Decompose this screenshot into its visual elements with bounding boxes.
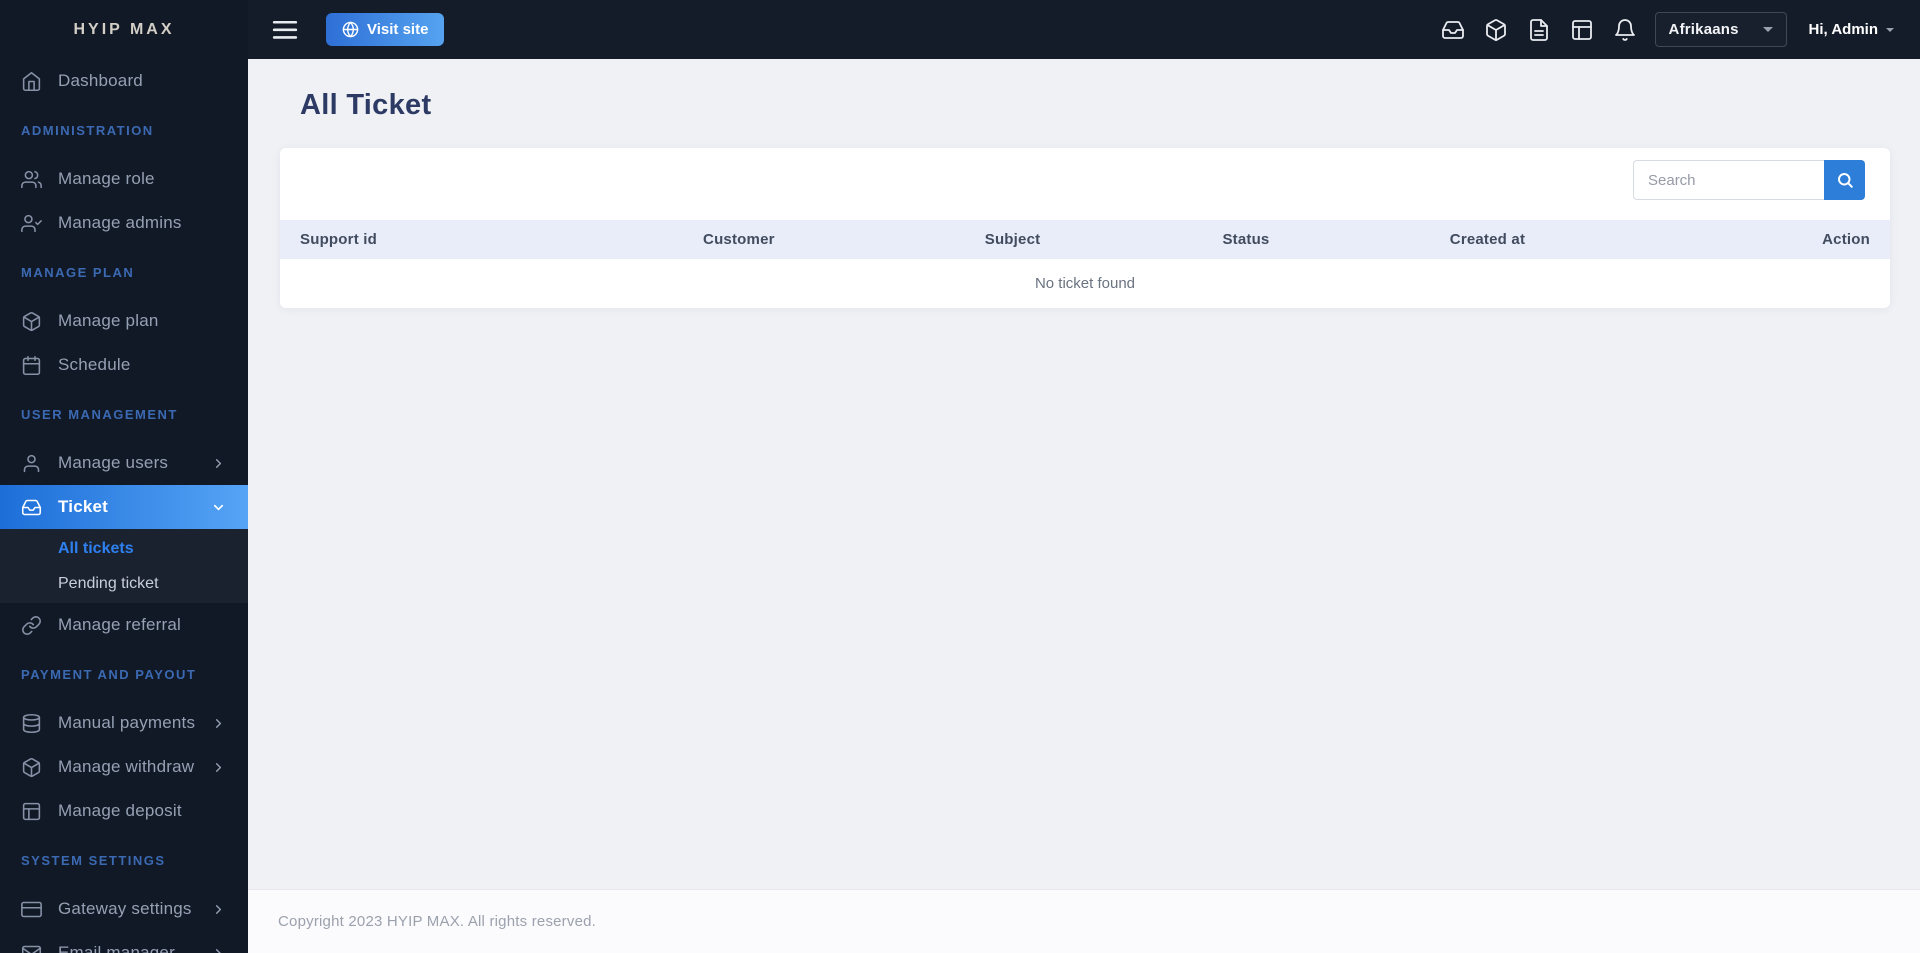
plans-shortcut-button[interactable]	[1484, 18, 1508, 42]
tickets-table: Support id Customer Subject Status Creat…	[280, 220, 1890, 308]
language-select[interactable]: Afrikaans	[1654, 12, 1787, 47]
th-subject: Subject	[875, 220, 1150, 259]
section-administration: ADMINISTRATION	[21, 122, 154, 138]
sidebar-item-email-manager[interactable]: Email manager	[0, 931, 248, 953]
mail-icon	[21, 943, 42, 953]
sidebar-item-ticket[interactable]: Ticket	[0, 485, 248, 529]
tickets-inbox-button[interactable]	[1441, 18, 1465, 42]
section-system-settings: SYSTEM SETTINGS	[21, 852, 166, 868]
credit-card-icon	[21, 899, 42, 920]
search-input[interactable]	[1633, 160, 1824, 200]
calendar-icon	[21, 355, 42, 376]
chevron-right-icon	[211, 760, 226, 775]
topbar: Visit site Afrikaans Hi, Admin	[248, 0, 1920, 59]
inbox-icon	[1441, 18, 1465, 42]
language-selected-value: Afrikaans	[1668, 21, 1739, 38]
th-action: Action	[1632, 220, 1890, 259]
home-icon	[21, 71, 42, 92]
card-toolbar	[280, 148, 1890, 220]
notifications-button[interactable]	[1613, 18, 1637, 42]
hamburger-icon	[272, 19, 298, 41]
inbox-icon	[21, 497, 42, 518]
page-title: All Ticket	[300, 89, 432, 121]
chevron-right-icon	[211, 716, 226, 731]
page-content: All Ticket Search Support id Customer Su…	[248, 59, 1920, 889]
package-icon	[1484, 18, 1508, 42]
file-text-icon	[1527, 18, 1551, 42]
tickets-card: Support id Customer Subject Status Creat…	[280, 148, 1890, 308]
globe-icon	[342, 21, 359, 38]
sidebar-subitem-all-tickets[interactable]: All tickets	[0, 531, 248, 566]
sidebar-item-manage-plan[interactable]: Manage plan	[0, 299, 248, 343]
box-icon	[21, 311, 42, 332]
topbar-right: Afrikaans Hi, Admin	[1422, 12, 1894, 47]
deposits-shortcut-button[interactable]	[1570, 18, 1594, 42]
ticket-submenu: All tickets Pending ticket	[0, 529, 248, 603]
search-button[interactable]	[1824, 160, 1865, 200]
bell-icon	[1613, 18, 1637, 42]
th-created-at: Created at	[1342, 220, 1633, 259]
package-icon	[21, 757, 42, 778]
sidebar-item-manage-withdraw[interactable]: Manage withdraw	[0, 745, 248, 789]
sidebar-nav: Dashboard ADMINISTRATION Manage role Man…	[0, 59, 248, 953]
brand-logo: HYIP MAX	[73, 20, 175, 38]
th-support-id: Support id	[280, 220, 602, 259]
sidebar-item-manage-deposit[interactable]: Manage deposit	[0, 789, 248, 833]
menu-toggle-button[interactable]	[272, 19, 298, 41]
sidebar-item-manage-role[interactable]: Manage role	[0, 157, 248, 201]
visit-site-label: Visit site	[367, 21, 429, 38]
sidebar-item-dashboard[interactable]: Dashboard	[0, 59, 248, 103]
user-check-icon	[21, 213, 42, 234]
search-icon	[1836, 171, 1854, 189]
link-icon	[21, 615, 42, 636]
users-icon	[21, 169, 42, 190]
sidebar-item-manual-payments[interactable]: Manual payments	[0, 701, 248, 745]
chevron-right-icon	[211, 946, 226, 953]
th-status: Status	[1149, 220, 1343, 259]
user-icon	[21, 453, 42, 474]
footer: Copyright 2023 HYIP MAX. All rights rese…	[248, 889, 1920, 953]
user-menu[interactable]: Hi, Admin	[1809, 21, 1894, 38]
chevron-right-icon	[211, 902, 226, 917]
chevron-down-icon	[211, 500, 226, 515]
sidebar-item-manage-users[interactable]: Manage users	[0, 441, 248, 485]
search-group	[1633, 160, 1865, 200]
sidebar-subitem-pending-ticket[interactable]: Pending ticket	[0, 566, 248, 601]
reports-shortcut-button[interactable]	[1527, 18, 1551, 42]
sidebar-item-gateway-settings[interactable]: Gateway settings	[0, 887, 248, 931]
empty-row: No ticket found	[280, 259, 1890, 308]
user-menu-label: Hi, Admin	[1808, 21, 1878, 38]
sidebar-item-schedule[interactable]: Schedule	[0, 343, 248, 387]
empty-message: No ticket found	[1034, 275, 1136, 292]
table-header-row: Support id Customer Subject Status Creat…	[280, 220, 1890, 259]
section-user-management: USER MANAGEMENT	[21, 406, 178, 422]
layout-icon	[21, 801, 42, 822]
sidebar-item-manage-referral[interactable]: Manage referral	[0, 603, 248, 647]
sidebar-item-manage-admins[interactable]: Manage admins	[0, 201, 248, 245]
database-icon	[21, 713, 42, 734]
section-payment-and-payout: PAYMENT AND PAYOUT	[21, 666, 197, 682]
caret-down-icon	[1762, 27, 1773, 32]
main-area: All Ticket Search Support id Customer Su…	[248, 59, 1920, 953]
visit-site-button[interactable]: Visit site	[326, 13, 445, 46]
section-manage-plan: MANAGE PLAN	[21, 264, 135, 280]
sidebar: HYIP MAX Dashboard ADMINISTRATION Manage…	[0, 0, 248, 953]
footer-copyright: Copyright 2023 HYIP MAX. All rights rese…	[278, 913, 597, 930]
chevron-right-icon	[211, 456, 226, 471]
caret-down-icon	[1886, 27, 1894, 32]
layout-icon	[1570, 18, 1594, 42]
th-customer: Customer	[602, 220, 876, 259]
